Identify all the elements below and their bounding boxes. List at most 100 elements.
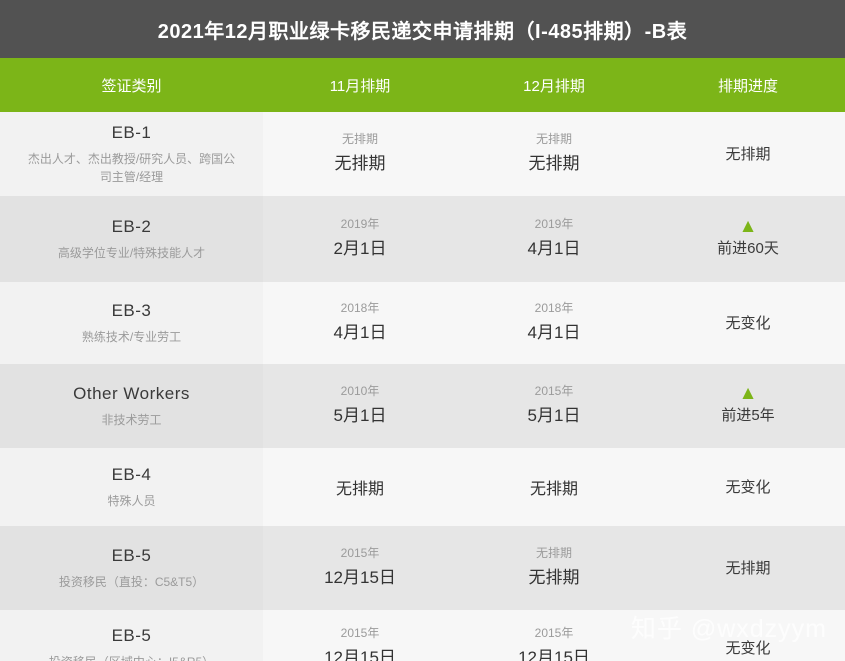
cell-november-date: 无排期 [263, 448, 457, 526]
cell-progress: ▲ 前进60天 [651, 196, 845, 282]
date-year: 2018年 [340, 301, 380, 316]
date-day: 4月1日 [333, 323, 387, 343]
cell-december-date: 2018年 4月1日 [457, 282, 651, 364]
date-year: 2015年 [534, 626, 574, 641]
date-year: 无排期 [341, 132, 378, 147]
category-name: EB-3 [111, 301, 152, 321]
arrow-up-icon: ▲ [738, 216, 758, 237]
date-year: 2015年 [340, 546, 380, 561]
cell-category: EB-3 熟练技术/专业劳工 [0, 282, 263, 364]
cell-november-date: 2010年 5月1日 [263, 364, 457, 448]
progress-label: 无变化 [725, 478, 771, 496]
cell-category: EB-5 投资移民（区域中心：I5&R5） [0, 610, 263, 661]
category-name: EB-2 [111, 217, 152, 237]
progress-label: 无排期 [725, 145, 771, 163]
progress-label: 前进60天 [717, 240, 779, 257]
category-description: 非技术劳工 [101, 412, 162, 427]
date-year: 2019年 [534, 217, 574, 232]
category-description: 杰出人才、杰出教授/研究人员、跨国公司主管/经理 [27, 151, 236, 184]
date-year: 2015年 [534, 384, 574, 399]
table-row: EB-5 投资移民（直投：C5&T5） 2015年 12月15日 无排期 无排期 无排期 [0, 526, 845, 610]
date-day: 无排期 [334, 154, 386, 174]
cell-december-date: 无排期 无排期 [457, 112, 651, 196]
table-row: EB-3 熟练技术/专业劳工 2018年 4月1日 2018年 4月1日 无变化 [0, 282, 845, 364]
cell-progress: 无变化 [651, 282, 845, 364]
category-description: 投资移民（直投：C5&T5） [58, 574, 205, 589]
column-header-progress: 排期进度 [717, 77, 778, 95]
date-day: 12月15日 [518, 648, 590, 661]
cell-november-date: 2019年 2月1日 [263, 196, 457, 282]
page-root: 2021年12月职业绿卡移民递交申请排期（I-485排期）-B表 签证类别 11… [0, 0, 845, 661]
category-name: EB-4 [111, 465, 152, 485]
date-day: 12月15日 [324, 648, 396, 661]
cell-category: EB-1 杰出人才、杰出教授/研究人员、跨国公司主管/经理 [0, 112, 263, 196]
cell-category: Other Workers 非技术劳工 [0, 364, 263, 448]
date-value: 无排期 [335, 481, 384, 498]
column-header-category: 签证类别 [101, 77, 162, 95]
cell-december-date: 2015年 12月15日 [457, 610, 651, 661]
cell-progress: 无变化 [651, 448, 845, 526]
cell-progress: 无排期 [651, 112, 845, 196]
date-day: 无排期 [528, 154, 580, 174]
cell-progress: 无排期 [651, 526, 845, 610]
date-year: 2018年 [534, 301, 574, 316]
cell-november-date: 2018年 4月1日 [263, 282, 457, 364]
date-day: 12月15日 [324, 568, 396, 588]
category-name: Other Workers [73, 384, 190, 404]
cell-november-date: 2015年 12月15日 [263, 610, 457, 661]
category-description: 高级学位专业/特殊技能人才 [57, 245, 206, 260]
table-row: EB-2 高级学位专业/特殊技能人才 2019年 2月1日 2019年 4月1日 ▲ 前进60… [0, 196, 845, 282]
date-year: 无排期 [535, 132, 572, 147]
column-header-november: 11月排期 [329, 77, 391, 95]
progress-label: 无排期 [725, 559, 771, 577]
progress-indicator: 无变化 [725, 313, 770, 334]
table-row: Other Workers 非技术劳工 2010年 5月1日 2015年 5月1日 ▲ 前进5… [0, 364, 845, 448]
category-name: EB-1 [111, 123, 152, 143]
cell-november-date: 无排期 无排期 [263, 112, 457, 196]
date-year: 2010年 [340, 384, 380, 399]
column-header-december: 12月排期 [523, 77, 585, 95]
cell-progress: ▲ 前进5年 [651, 364, 845, 448]
cell-december-date: 2019年 4月1日 [457, 196, 651, 282]
title-bar: 2021年12月职业绿卡移民递交申请排期（I-485排期）-B表 [0, 0, 845, 58]
cell-progress: 无变化 [651, 610, 845, 661]
date-day: 4月1日 [527, 323, 581, 343]
date-day: 5月1日 [527, 406, 581, 426]
table-row: EB-1 杰出人才、杰出教授/研究人员、跨国公司主管/经理 无排期 无排期 无排期 无排期… [0, 112, 845, 196]
progress-label: 无变化 [725, 314, 771, 332]
progress-indicator: 无排期 [725, 144, 770, 165]
page-title: 2021年12月职业绿卡移民递交申请排期（I-485排期）-B表 [157, 20, 688, 43]
arrow-up-icon: ▲ [738, 383, 758, 404]
date-year: 2019年 [340, 217, 380, 232]
date-year: 无排期 [535, 546, 572, 561]
cell-category: EB-5 投资移民（直投：C5&T5） [0, 526, 263, 610]
date-day: 5月1日 [333, 406, 387, 426]
table-column-header: 签证类别 11月排期 12月排期 排期进度 [0, 58, 845, 112]
progress-indicator: 无排期 [725, 558, 770, 579]
table-row: EB-4 特殊人员 无排期 无排期 无变化 [0, 448, 845, 526]
category-name: EB-5 [111, 546, 152, 566]
date-day: 无排期 [528, 568, 580, 588]
category-description: 特殊人员 [107, 493, 156, 508]
progress-indicator: ▲ 前进60天 [717, 216, 779, 259]
date-day: 2月1日 [333, 239, 387, 259]
table-row: EB-5 投资移民（区域中心：I5&R5） 2015年 12月15日 2015年 12月1… [0, 610, 845, 661]
progress-indicator: 无变化 [725, 477, 770, 498]
date-value: 无排期 [529, 481, 578, 498]
cell-december-date: 无排期 [457, 448, 651, 526]
progress-indicator: ▲ 前进5年 [721, 383, 775, 426]
date-day: 4月1日 [527, 239, 581, 259]
date-year: 2015年 [340, 626, 380, 641]
cell-december-date: 2015年 5月1日 [457, 364, 651, 448]
cell-november-date: 2015年 12月15日 [263, 526, 457, 610]
progress-label: 无变化 [725, 639, 771, 657]
category-description: 熟练技术/专业劳工 [81, 329, 182, 344]
progress-indicator: 无变化 [725, 638, 770, 659]
cell-category: EB-4 特殊人员 [0, 448, 263, 526]
table-body: EB-1 杰出人才、杰出教授/研究人员、跨国公司主管/经理 无排期 无排期 无排期 无排期… [0, 112, 845, 661]
cell-category: EB-2 高级学位专业/特殊技能人才 [0, 196, 263, 282]
progress-label: 前进5年 [721, 407, 775, 424]
category-description: 投资移民（区域中心：I5&R5） [49, 653, 214, 661]
cell-december-date: 无排期 无排期 [457, 526, 651, 610]
category-name: EB-5 [111, 626, 152, 646]
